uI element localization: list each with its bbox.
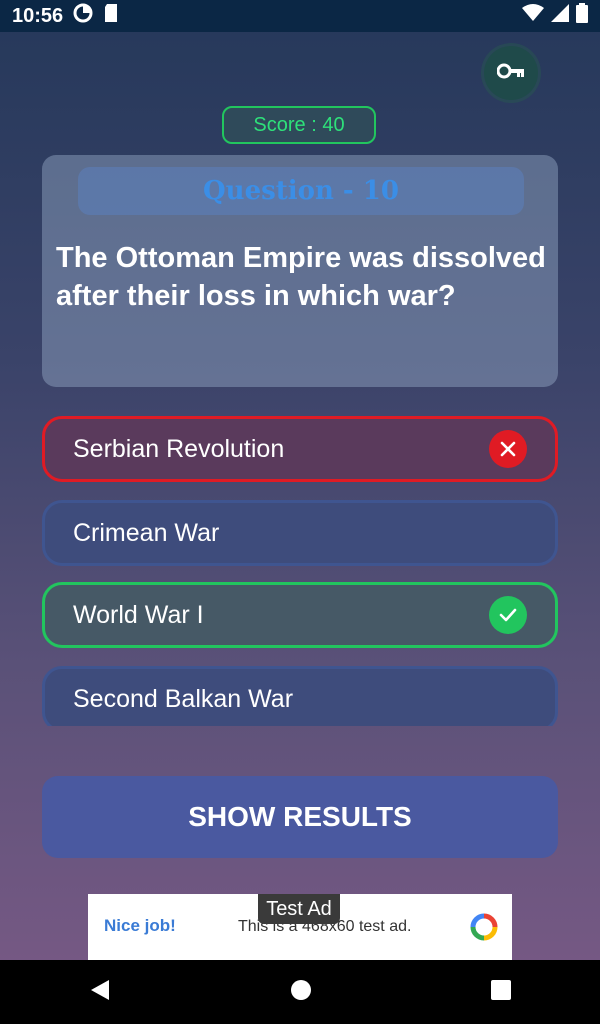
question-number: Question - 10 [203,176,399,206]
key-icon [496,63,525,84]
answer-label: World War I [73,600,204,629]
answer-label: Crimean War [73,518,220,547]
ad-test-tag: Test Ad [258,894,340,924]
home-icon[interactable] [290,979,312,1006]
data-saver-icon [73,3,93,29]
signal-icon [550,3,570,29]
show-results-label: SHOW RESULTS [188,801,412,832]
battery-icon [576,3,588,29]
ad-logo-icon [470,913,498,941]
sd-card-icon [103,3,119,29]
question-text: The Ottoman Empire was dissolved after t… [56,242,546,312]
answer-option-1[interactable]: Serbian Revolution [42,416,558,482]
answers-list: Serbian Revolution Crimean War World War… [42,416,558,726]
check-icon [489,596,527,634]
question-title: Question - 10 [78,167,524,215]
answer-option-4[interactable]: Second Balkan War [42,666,558,726]
score-badge: Score : 40 [222,106,376,144]
answer-option-3[interactable]: World War I [42,582,558,648]
back-icon[interactable] [89,978,111,1007]
wrong-icon [489,430,527,468]
answer-label: Second Balkan War [73,684,294,713]
show-results-button[interactable]: SHOW RESULTS [42,776,558,858]
navigation-bar [0,960,600,1024]
wifi-icon [522,3,544,29]
status-bar: 10:56 [0,0,600,32]
status-time: 10:56 [12,4,64,27]
key-button[interactable] [484,46,538,100]
answer-label: Serbian Revolution [73,434,285,463]
ad-nice-text: Nice job! [104,916,176,935]
question-card: Question - 10 The Ottoman Empire was dis… [42,155,558,387]
recents-icon[interactable] [490,979,511,1005]
score-text: Score : 40 [253,113,345,136]
ad-banner[interactable]: Nice job! This is a 468x60 test ad. Test… [88,894,512,960]
answer-option-2[interactable]: Crimean War [42,500,558,566]
